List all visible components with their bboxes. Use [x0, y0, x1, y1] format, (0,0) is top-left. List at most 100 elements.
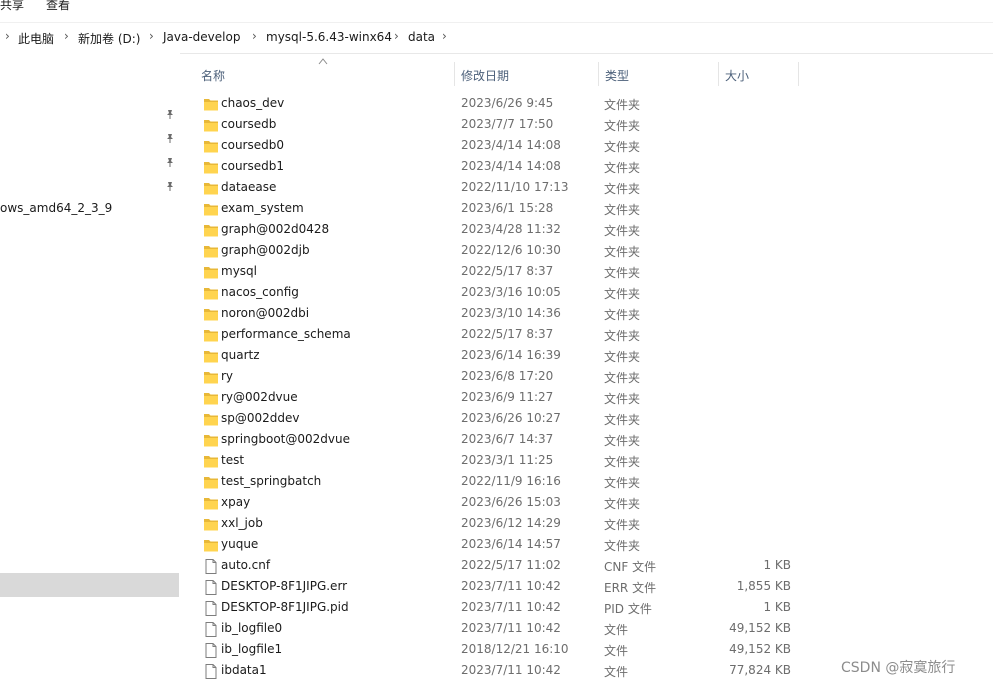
folder-row[interactable]: ry@002dvue 2023/6/9 11:27 文件夹 [196, 388, 800, 409]
breadcrumb-this-pc[interactable]: 此电脑 [18, 30, 54, 47]
file-icon [203, 643, 219, 658]
file-modified: 2023/7/11 10:42 [461, 600, 561, 614]
chevron-right-icon[interactable]: › [252, 29, 257, 43]
folder-row[interactable]: coursedb0 2023/4/14 14:08 文件夹 [196, 136, 800, 157]
breadcrumb-drive-d[interactable]: 新加卷 (D:) [78, 30, 140, 47]
pin-icon[interactable] [165, 180, 175, 191]
file-type: ERR 文件 [604, 581, 657, 595]
folder-icon [203, 139, 219, 154]
file-row[interactable]: DESKTOP-8F1JIPG.pid 2023/7/11 10:42 PID 文件… [196, 598, 800, 619]
file-modified: 2023/4/28 11:32 [461, 222, 561, 236]
column-divider[interactable] [454, 62, 455, 86]
folder-icon [203, 307, 219, 322]
file-row[interactable]: ib_logfile1 2018/12/21 16:10 文件 49,152 KB [196, 640, 800, 661]
file-modified: 2023/6/8 17:20 [461, 369, 554, 383]
chevron-right-icon[interactable]: › [149, 29, 154, 43]
folder-icon [203, 223, 219, 238]
sort-ascending-icon [318, 58, 328, 65]
folder-row[interactable]: noron@002dbi 2023/3/10 14:36 文件夹 [196, 304, 800, 325]
file-type: 文件夹 [604, 371, 641, 385]
column-header-size[interactable]: 大小 [725, 67, 749, 84]
folder-row[interactable]: dataease 2022/11/10 17:13 文件夹 [196, 178, 800, 199]
folder-row[interactable]: performance_schema 2022/5/17 8:37 文件夹 [196, 325, 800, 346]
ribbon-tab-share[interactable]: 共享 [0, 0, 24, 13]
file-modified: 2022/11/10 17:13 [461, 180, 569, 194]
file-size: 1 KB [763, 600, 791, 614]
file-type: 文件夹 [604, 224, 641, 238]
file-type: 文件夹 [604, 350, 641, 364]
column-divider[interactable] [798, 62, 799, 86]
folder-row[interactable]: coursedb1 2023/4/14 14:08 文件夹 [196, 157, 800, 178]
nav-item-truncated[interactable]: ows_amd64_2_3_9 [0, 201, 112, 215]
file-size: 49,152 KB [729, 642, 791, 656]
chevron-right-icon[interactable]: › [394, 29, 399, 43]
breadcrumb-data[interactable]: data [408, 30, 435, 44]
folder-icon [203, 454, 219, 469]
file-type: 文件夹 [604, 245, 641, 259]
file-type: 文件夹 [604, 161, 641, 175]
breadcrumb-mysql[interactable]: mysql-5.6.43-winx64 [266, 30, 392, 44]
file-name: quartz [221, 348, 260, 362]
folder-icon [203, 202, 219, 217]
file-modified: 2023/6/14 14:57 [461, 537, 561, 551]
file-modified: 2023/3/1 11:25 [461, 453, 554, 467]
folder-row[interactable]: xxl_job 2023/6/12 14:29 文件夹 [196, 514, 800, 535]
folder-row[interactable]: sp@002ddev 2023/6/26 10:27 文件夹 [196, 409, 800, 430]
folder-row[interactable]: mysql 2022/5/17 8:37 文件夹 [196, 262, 800, 283]
file-size: 1 KB [763, 558, 791, 572]
chevron-right-icon[interactable]: › [442, 29, 447, 43]
file-size: 1,855 KB [736, 579, 791, 593]
chevron-right-icon[interactable]: › [64, 29, 69, 43]
file-type: 文件夹 [604, 518, 641, 532]
file-size: 49,152 KB [729, 621, 791, 635]
folder-icon [203, 496, 219, 511]
folder-row[interactable]: graph@002d0428 2023/4/28 11:32 文件夹 [196, 220, 800, 241]
folder-row[interactable]: ry 2023/6/8 17:20 文件夹 [196, 367, 800, 388]
folder-row[interactable]: coursedb 2023/7/7 17:50 文件夹 [196, 115, 800, 136]
folder-row[interactable]: chaos_dev 2023/6/26 9:45 文件夹 [196, 94, 800, 115]
file-name: dataease [221, 180, 277, 194]
chevron-right-icon[interactable]: › [5, 29, 10, 43]
file-type: 文件夹 [604, 392, 641, 406]
file-modified: 2023/6/14 16:39 [461, 348, 561, 362]
file-row[interactable]: auto.cnf 2022/5/17 11:02 CNF 文件 1 KB [196, 556, 800, 577]
file-row[interactable]: ibdata1 2023/7/11 10:42 文件 77,824 KB [196, 661, 800, 682]
breadcrumb-java-develop[interactable]: Java-develop [163, 30, 240, 44]
column-header-type[interactable]: 类型 [605, 67, 629, 84]
file-name: sp@002ddev [221, 411, 300, 425]
folder-row[interactable]: test_springbatch 2022/11/9 16:16 文件夹 [196, 472, 800, 493]
column-divider[interactable] [718, 62, 719, 86]
pin-icon[interactable] [165, 108, 175, 119]
folder-row[interactable]: yuque 2023/6/14 14:57 文件夹 [196, 535, 800, 556]
column-header-name[interactable]: 名称 [201, 67, 225, 84]
nav-item-selected[interactable] [0, 573, 179, 597]
column-header-modified[interactable]: 修改日期 [461, 67, 509, 84]
pin-icon[interactable] [165, 132, 175, 143]
folder-icon [203, 475, 219, 490]
folder-icon [203, 517, 219, 532]
folder-row[interactable]: nacos_config 2023/3/16 10:05 文件夹 [196, 283, 800, 304]
file-type: 文件夹 [604, 497, 641, 511]
file-row[interactable]: DESKTOP-8F1JIPG.err 2023/7/11 10:42 ERR 文件… [196, 577, 800, 598]
column-divider[interactable] [598, 62, 599, 86]
folder-row[interactable]: springboot@002dvue 2023/6/7 14:37 文件夹 [196, 430, 800, 451]
file-row[interactable]: ib_logfile0 2023/7/11 10:42 文件 49,152 KB [196, 619, 800, 640]
folder-row[interactable]: quartz 2023/6/14 16:39 文件夹 [196, 346, 800, 367]
ribbon-tabs: 共享 查看 [0, 0, 993, 18]
folder-row[interactable]: xpay 2023/6/26 15:03 文件夹 [196, 493, 800, 514]
pin-icon[interactable] [165, 156, 175, 167]
folder-row[interactable]: exam_system 2023/6/1 15:28 文件夹 [196, 199, 800, 220]
ribbon-tab-view[interactable]: 查看 [46, 0, 70, 13]
folder-row[interactable]: test 2023/3/1 11:25 文件夹 [196, 451, 800, 472]
file-name: mysql [221, 264, 257, 278]
folder-icon [203, 391, 219, 406]
file-type: 文件夹 [604, 434, 641, 448]
file-name: chaos_dev [221, 96, 285, 110]
file-name: ry@002dvue [221, 390, 298, 404]
file-modified: 2022/11/9 16:16 [461, 474, 561, 488]
file-name: test_springbatch [221, 474, 322, 488]
folder-row[interactable]: graph@002djb 2022/12/6 10:30 文件夹 [196, 241, 800, 262]
file-name: xpay [221, 495, 251, 509]
file-modified: 2022/5/17 8:37 [461, 264, 554, 278]
file-modified: 2023/4/14 14:08 [461, 138, 561, 152]
